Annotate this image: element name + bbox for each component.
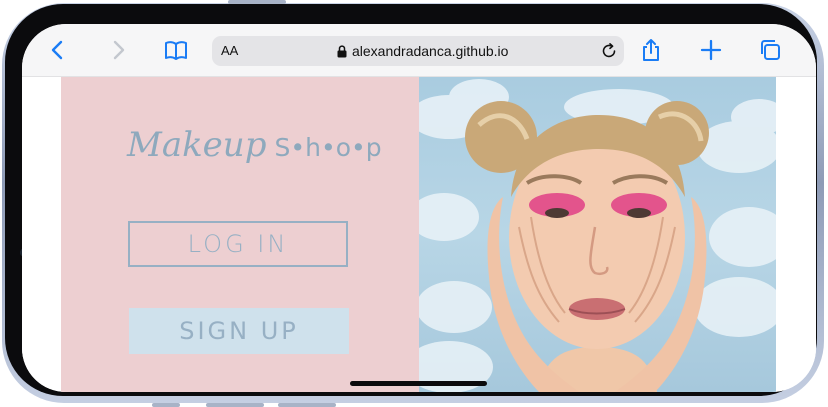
share-icon[interactable] [639,38,663,62]
book-icon[interactable] [164,38,188,62]
chevron-left-icon[interactable] [46,38,70,62]
signup-button[interactable]: SIGN UP [129,308,349,354]
lock-icon [337,44,347,57]
phone-screen: AA alexandradanca.github.io Makeup S•h•o•… [22,24,816,392]
web-content: Makeup S•h•o•p LOG IN SIGN UP [22,77,816,392]
side-button [278,403,336,407]
url-text: alexandradanca.github.io [352,43,509,59]
address-bar[interactable]: AA alexandradanca.github.io [212,36,624,66]
side-button [206,403,264,407]
home-indicator[interactable] [350,381,487,386]
tabs-icon[interactable] [758,38,782,62]
url-display[interactable]: alexandradanca.github.io [337,42,508,60]
hero-image [419,77,776,392]
login-panel: Makeup S•h•o•p LOG IN SIGN UP [61,77,419,392]
site-logo[interactable]: Makeup S•h•o•p [127,125,382,165]
logo-shop-text: S•h•o•p [274,133,382,162]
logo-script-text: Makeup [127,125,267,165]
chevron-right-icon[interactable] [106,38,130,62]
login-button[interactable]: LOG IN [128,221,348,267]
reload-icon[interactable] [600,42,618,60]
woman-with-pink-eyeshadow-photo [419,79,776,392]
browser-toolbar: AA alexandradanca.github.io [22,24,816,77]
reader-settings-button[interactable]: AA [221,43,238,58]
side-button [152,403,180,407]
plus-icon[interactable] [699,38,723,62]
